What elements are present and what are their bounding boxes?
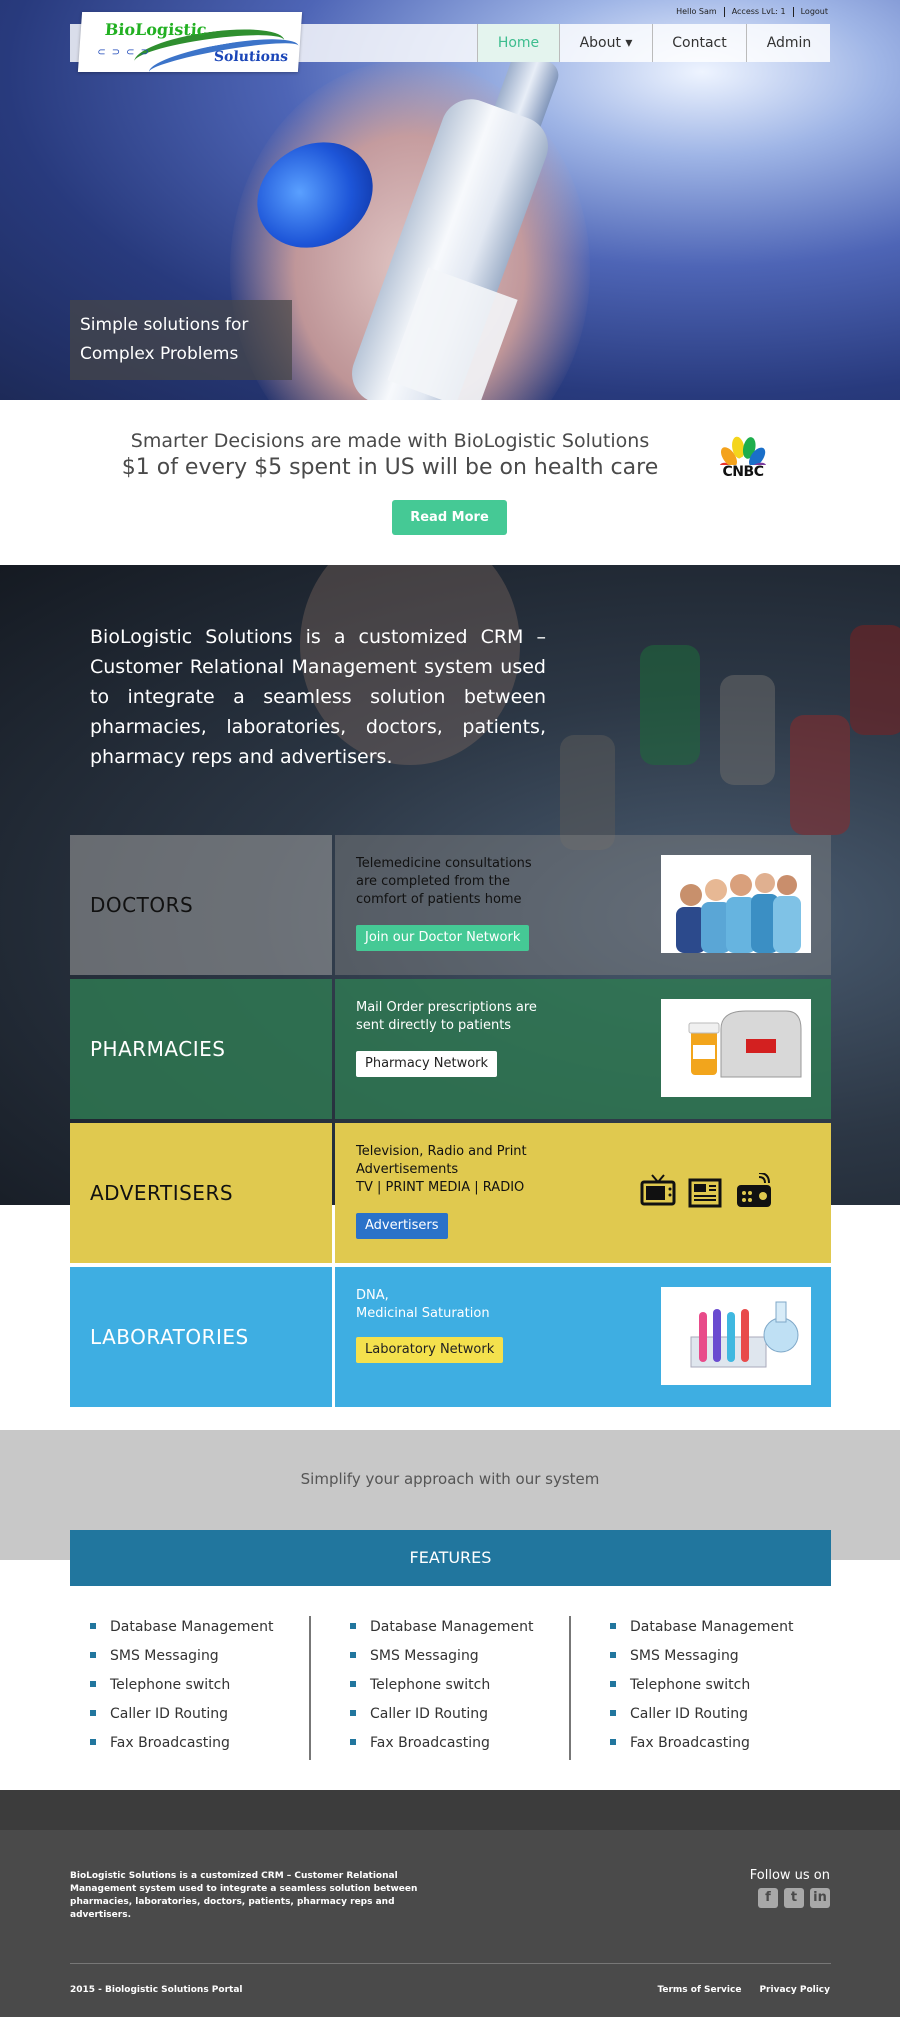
feature-item: Fax Broadcasting xyxy=(350,1733,570,1762)
features-column-1: Database Management SMS Messaging Teleph… xyxy=(90,1617,310,1762)
category-advertisers: ADVERTISERS Television, Radio and Print … xyxy=(70,1123,831,1263)
tv-icon xyxy=(640,1174,676,1206)
logo-text-biologistic: BioLogistic xyxy=(104,20,208,39)
footer-divider xyxy=(70,1963,831,1964)
feature-item: SMS Messaging xyxy=(610,1646,830,1675)
logout-link[interactable]: Logout xyxy=(792,7,835,17)
advertisers-label: ADVERTISERS xyxy=(70,1123,332,1263)
feature-item: Fax Broadcasting xyxy=(90,1733,310,1762)
pharmacies-description: Mail Order prescriptions are sent direct… xyxy=(356,1000,537,1033)
advertisers-description: Television, Radio and Print Advertisemen… xyxy=(356,1144,527,1177)
bg-tube-red xyxy=(790,715,850,835)
nav-admin[interactable]: Admin xyxy=(746,24,831,62)
feature-item: Database Management xyxy=(350,1617,570,1646)
footer-top-strip xyxy=(0,1790,900,1830)
features-column-3: Database Management SMS Messaging Teleph… xyxy=(610,1617,830,1762)
feature-item: Telephone switch xyxy=(350,1675,570,1704)
promo-line2: $1 of every $5 spent in US will be on he… xyxy=(121,455,659,480)
nav-home[interactable]: Home xyxy=(477,24,559,62)
feature-item: Caller ID Routing xyxy=(610,1704,830,1733)
simplify-text: Simplify your approach with our system xyxy=(300,1470,600,1488)
user-greeting: Hello Sam xyxy=(676,7,717,16)
cnbc-peacock-icon xyxy=(719,436,767,478)
tagline-line1: Simple solutions for xyxy=(80,315,249,335)
laboratories-desc-line2: Medicinal Saturation xyxy=(356,1306,490,1321)
feature-item: Caller ID Routing xyxy=(350,1704,570,1733)
follow-us-label: Follow us on xyxy=(749,1868,830,1883)
hero-tagline: Simple solutions for Complex Problems xyxy=(70,300,292,380)
read-more-button[interactable]: Read More xyxy=(392,500,507,535)
pharmacies-label: PHARMACIES xyxy=(70,979,332,1119)
user-bar: Hello Sam Access LvL: 1 Logout xyxy=(669,5,835,19)
features-heading: FEATURES xyxy=(70,1530,831,1586)
laboratories-body: DNA, Medicinal Saturation Laboratory Net… xyxy=(335,1267,831,1407)
cnbc-logo: CNBC xyxy=(708,433,778,483)
features-column-2: Database Management SMS Messaging Teleph… xyxy=(350,1617,570,1762)
privacy-policy-link[interactable]: Privacy Policy xyxy=(759,1985,830,1995)
category-laboratories: LABORATORIES DNA, Medicinal Saturation L… xyxy=(70,1267,831,1407)
doctors-label: DOCTORS xyxy=(70,835,332,975)
feature-item: Fax Broadcasting xyxy=(610,1733,830,1762)
category-pharmacies: PHARMACIES Mail Order prescriptions are … xyxy=(70,979,831,1119)
features-divider xyxy=(309,1616,311,1760)
terms-of-service-link[interactable]: Terms of Service xyxy=(657,1985,741,1995)
feature-item: Database Management xyxy=(90,1617,310,1646)
social-links: f t in xyxy=(758,1888,830,1908)
site-logo[interactable]: ⊂⊃⊂⊃ BioLogistic Solutions xyxy=(77,12,303,72)
laboratories-label: LABORATORIES xyxy=(70,1267,332,1407)
cnbc-wordmark: CNBC xyxy=(722,464,764,480)
bg-tube-green xyxy=(640,645,700,765)
laboratories-desc-line1: DNA, xyxy=(356,1288,389,1303)
nav-about[interactable]: About ▾ xyxy=(559,24,652,62)
intro-text: BioLogistic Solutions is a customized CR… xyxy=(90,626,546,768)
twitter-icon[interactable]: t xyxy=(784,1888,804,1908)
feature-item: Database Management xyxy=(610,1617,830,1646)
footer: BioLogistic Solutions is a customized CR… xyxy=(0,1830,900,2017)
access-level: Access LvL: 1 xyxy=(723,7,793,17)
pharmacy-network-button[interactable]: Pharmacy Network xyxy=(356,1051,498,1077)
features-divider xyxy=(569,1616,571,1760)
doctors-description: Telemedicine consultations are completed… xyxy=(356,856,532,907)
feature-item: SMS Messaging xyxy=(350,1646,570,1675)
logo-dots: ⊂⊃⊂⊃ xyxy=(96,47,156,58)
join-doctor-network-button[interactable]: Join our Doctor Network xyxy=(356,925,530,951)
advertisers-body: Television, Radio and Print Advertisemen… xyxy=(335,1123,831,1263)
lab-tubes-photo xyxy=(661,1287,811,1385)
feature-item: SMS Messaging xyxy=(90,1646,310,1675)
footer-about-text: BioLogistic Solutions is a customized CR… xyxy=(70,1871,418,1920)
bg-tube-red-2 xyxy=(850,625,900,735)
mailbox-pills-photo xyxy=(661,999,811,1097)
copyright: 2015 - Biologistic Solutions Portal xyxy=(70,1985,243,1995)
footer-links: Terms of Service Privacy Policy xyxy=(657,1985,830,1995)
advertisers-media: TV | PRINT MEDIA | RADIO xyxy=(356,1180,525,1195)
category-doctors: DOCTORS Telemedicine consultations are c… xyxy=(70,835,831,975)
pharmacies-body: Mail Order prescriptions are sent direct… xyxy=(335,979,831,1119)
linkedin-icon[interactable]: in xyxy=(810,1888,830,1908)
laboratory-network-button[interactable]: Laboratory Network xyxy=(356,1337,504,1363)
feature-item: Caller ID Routing xyxy=(90,1704,310,1733)
feature-item: Telephone switch xyxy=(610,1675,830,1704)
facebook-icon[interactable]: f xyxy=(758,1888,778,1908)
promo-line1: Smarter Decisions are made with BioLogis… xyxy=(130,430,650,452)
nav-menu: Home About ▾ Contact Admin xyxy=(477,24,831,62)
medical-staff-photo xyxy=(661,855,811,953)
logo-text-solutions: Solutions xyxy=(213,49,289,65)
bg-tube-gray-2 xyxy=(560,735,615,850)
feature-item: Telephone switch xyxy=(90,1675,310,1704)
nav-contact[interactable]: Contact xyxy=(652,24,746,62)
tagline-line2: Complex Problems xyxy=(80,344,239,364)
promo-band: Smarter Decisions are made with BioLogis… xyxy=(0,400,900,565)
bg-tube-gray xyxy=(720,675,775,785)
radio-icon xyxy=(737,1173,771,1207)
advertisers-button[interactable]: Advertisers xyxy=(356,1213,448,1239)
doctors-body: Telemedicine consultations are completed… xyxy=(335,835,831,975)
newspaper-icon xyxy=(688,1178,722,1208)
